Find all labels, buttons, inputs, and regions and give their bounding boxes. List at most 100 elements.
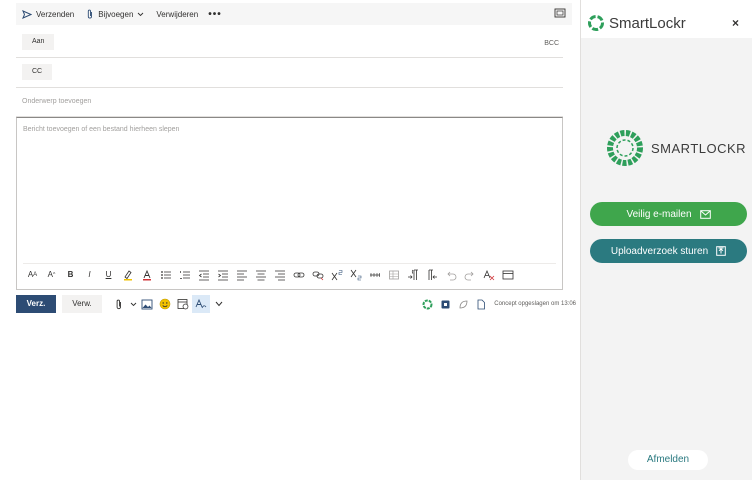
- chevron-down-icon: [215, 301, 223, 307]
- redo-button[interactable]: [460, 267, 479, 283]
- message-body[interactable]: Bericht toevoegen of een bestand hierhee…: [16, 117, 563, 290]
- office-addin-button[interactable]: [436, 295, 454, 313]
- bullet-list-icon: [160, 270, 171, 279]
- insert-link-button[interactable]: [289, 267, 308, 283]
- clear-formatting-button[interactable]: [479, 267, 498, 283]
- upload-request-label: Uploadverzoek sturen: [610, 245, 709, 257]
- cc-row: CC: [16, 58, 563, 88]
- editor-icon: [195, 298, 207, 309]
- grow-font-button[interactable]: A ^: [42, 267, 61, 283]
- addin-shortcuts: Concept opgeslagen om 13:06: [418, 294, 576, 314]
- insert-picture-button[interactable]: [138, 295, 156, 313]
- popout-icon: [554, 8, 566, 18]
- delete-command-label: Verwijderen: [156, 9, 199, 19]
- editor-button[interactable]: [192, 295, 210, 313]
- send-button[interactable]: Verz.: [16, 295, 56, 313]
- leaf-icon: [459, 300, 468, 308]
- strikethrough-icon: [369, 272, 380, 277]
- format-panel-icon: [502, 270, 513, 279]
- smartlockr-logo: SMARTLOCKR: [605, 128, 746, 168]
- close-button[interactable]: ×: [732, 16, 739, 30]
- discard-button[interactable]: Verw.: [62, 295, 102, 313]
- bold-button[interactable]: B: [61, 267, 80, 283]
- superscript-button[interactable]: [327, 267, 346, 283]
- font-color-button[interactable]: [137, 267, 156, 283]
- align-right-icon: [274, 270, 285, 280]
- increase-indent-button[interactable]: [213, 267, 232, 283]
- align-left-button[interactable]: [232, 267, 251, 283]
- link-icon: [293, 272, 304, 277]
- addin-icon: [441, 300, 450, 308]
- attach-command-label: Bijvoegen: [98, 9, 134, 19]
- ltr-button[interactable]: [403, 267, 422, 283]
- to-button[interactable]: Aan: [22, 34, 55, 50]
- document-icon: [477, 299, 486, 309]
- align-center-icon: [255, 270, 266, 280]
- format-toolbar: AA A ^ B I U: [23, 263, 556, 285]
- attach-command[interactable]: Bijvoegen: [86, 9, 144, 19]
- numbering-button[interactable]: [175, 267, 194, 283]
- remove-link-button[interactable]: [308, 267, 327, 283]
- envelope-icon: [699, 209, 711, 219]
- paperclip-icon: [116, 299, 121, 309]
- highlight-icon: [123, 269, 132, 280]
- body-placeholder: Bericht toevoegen of een bestand hierhee…: [23, 126, 180, 133]
- bcc-button[interactable]: BCC: [544, 40, 559, 47]
- smartlockr-addin-button[interactable]: [418, 295, 436, 313]
- undo-button[interactable]: [441, 267, 460, 283]
- send-icon: [22, 9, 32, 19]
- decrease-indent-button[interactable]: [194, 267, 213, 283]
- align-center-button[interactable]: [251, 267, 270, 283]
- to-row: Aan BCC: [16, 28, 563, 58]
- schedule-button[interactable]: [174, 295, 192, 313]
- subscript-icon: [350, 269, 361, 280]
- font-size-button[interactable]: AA: [23, 267, 42, 283]
- underline-label: U: [105, 270, 112, 279]
- underline-button[interactable]: U: [99, 267, 118, 283]
- italic-button[interactable]: I: [80, 267, 99, 283]
- cc-button[interactable]: CC: [22, 64, 53, 80]
- send-command[interactable]: Verzenden: [22, 10, 74, 19]
- more-formatting-button[interactable]: [498, 267, 517, 283]
- undo-icon: [446, 271, 456, 280]
- secure-email-label: Veilig e-mailen: [626, 208, 692, 220]
- clear-format-icon: [483, 269, 494, 280]
- more-options-button[interactable]: •••: [208, 9, 222, 20]
- upload-request-button[interactable]: Uploadverzoek sturen: [590, 239, 747, 263]
- numbered-list-icon: [179, 270, 190, 279]
- delete-command[interactable]: Verwijderen: [156, 10, 198, 19]
- insert-table-button[interactable]: [384, 267, 403, 283]
- align-right-button[interactable]: [270, 267, 289, 283]
- secure-email-button[interactable]: Veilig e-mailen: [590, 202, 747, 226]
- popout-button[interactable]: [554, 7, 566, 21]
- smartlockr-logo-icon: [588, 15, 604, 31]
- logout-button[interactable]: Afmelden: [628, 450, 708, 470]
- calendar-clock-icon: [177, 299, 189, 310]
- more-actions-button[interactable]: [210, 295, 228, 313]
- redo-icon: [464, 271, 474, 280]
- indent-icon: [217, 270, 228, 280]
- italic-label: I: [88, 270, 91, 279]
- table-icon: [388, 270, 399, 279]
- font-color-icon: [142, 269, 151, 280]
- attach-options-button[interactable]: [128, 295, 138, 313]
- highlight-button[interactable]: [118, 267, 137, 283]
- compose-footer: Verz. Verw. Concept opgeslagen om 13:06: [16, 294, 576, 314]
- smartlockr-logo-icon: [422, 299, 433, 309]
- bullets-button[interactable]: [156, 267, 175, 283]
- align-left-icon: [236, 270, 247, 280]
- subscript-button[interactable]: [346, 267, 365, 283]
- draft-icon-button[interactable]: [472, 295, 490, 313]
- attach-file-button[interactable]: [110, 295, 128, 313]
- strikethrough-button[interactable]: [365, 267, 384, 283]
- emoji-icon: [159, 298, 171, 310]
- compose-pane: Verzenden Bijvoegen Verwijderen ••• Aan …: [0, 0, 580, 480]
- viva-addin-button[interactable]: [454, 295, 472, 313]
- subject-input[interactable]: Onderwerp toevoegen: [22, 98, 91, 105]
- smartlockr-logo-icon: [607, 130, 643, 166]
- emoji-button[interactable]: [156, 295, 174, 313]
- superscript-icon: [331, 269, 342, 280]
- rtl-button[interactable]: [422, 267, 441, 283]
- outdent-icon: [198, 270, 209, 280]
- smartlockr-pane: SmartLockr × SMARTLOCKR Veilig e-mailen …: [580, 0, 752, 480]
